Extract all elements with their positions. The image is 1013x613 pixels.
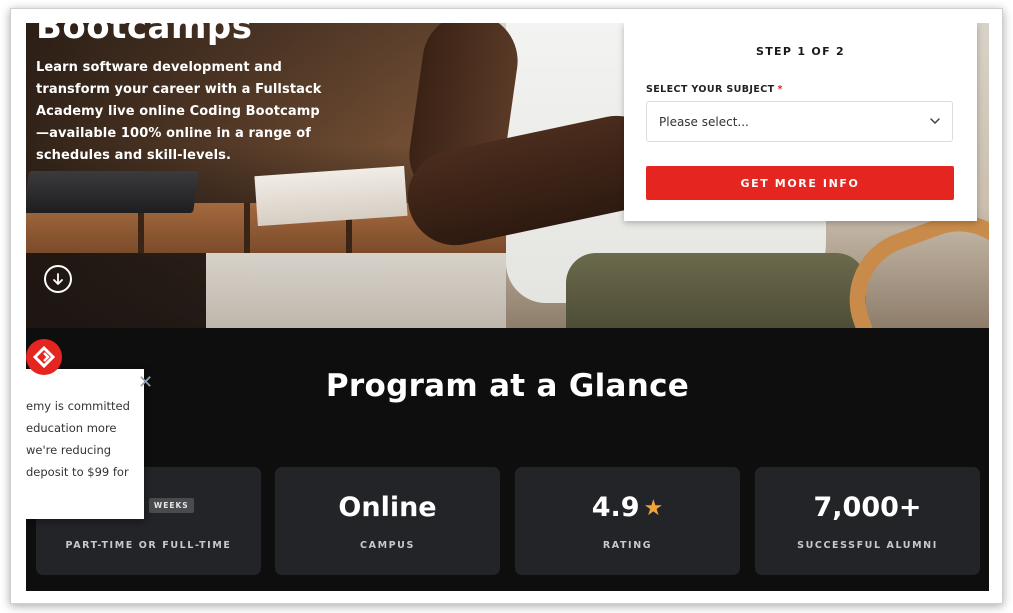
scroll-down-icon[interactable] <box>44 265 72 293</box>
arrow-down-icon <box>53 273 63 285</box>
stat-value-rating: 4.9 ★ <box>515 491 740 527</box>
hero-photo-laptop <box>26 171 199 213</box>
logo-icon <box>26 339 62 375</box>
lead-form-card: STEP 1 OF 2 SELECT YOUR SUBJECT * Please … <box>624 23 977 221</box>
stat-value-alumni: 7,000+ <box>813 492 922 523</box>
hero-photo-floor <box>206 253 506 328</box>
popup-line: education more <box>26 421 117 435</box>
stat-label-alumni: SUCCESSFUL ALUMNI <box>797 540 938 551</box>
stat-label-rating: RATING <box>602 540 653 551</box>
program-glance-title: Program at a Glance <box>325 368 690 404</box>
required-marker: * <box>777 84 783 95</box>
subject-select[interactable]: Please select... <box>646 101 953 142</box>
star-icon: ★ <box>643 496 664 521</box>
subject-field-label: SELECT YOUR SUBJECT * <box>646 84 783 95</box>
form-step-indicator: STEP 1 OF 2 <box>756 45 845 58</box>
weeks-badge: WEEKS <box>148 498 194 513</box>
hero-photo-book <box>254 165 408 227</box>
stat-label-campus: CAMPUS <box>360 540 415 551</box>
page-viewport: Bootcamps Learn software development and… <box>26 23 989 591</box>
stat-value-rating-number: 4.9 <box>591 492 640 523</box>
announcement-popup: emy is committed education more we're re… <box>26 369 144 519</box>
stat-card-campus: Online CAMPUS <box>275 467 500 575</box>
hero-title: Bootcamps <box>36 23 253 47</box>
hero-text-block: Bootcamps Learn software development and… <box>36 23 326 167</box>
hero-photo-pants <box>566 253 866 328</box>
chevron-down-icon <box>930 116 940 127</box>
popup-line: we're reducing <box>26 443 112 457</box>
hero-photo-table-gap <box>244 203 250 253</box>
screenshot-frame: Bootcamps Learn software development and… <box>10 8 1003 604</box>
stat-card-alumni: 7,000+ SUCCESSFUL ALUMNI <box>755 467 980 575</box>
subject-select-value: Please select... <box>659 114 749 129</box>
stat-label-duration: PART-TIME OR FULL-TIME <box>65 540 232 551</box>
hero-description: Learn software development and transform… <box>36 60 322 163</box>
close-icon[interactable]: ✕ <box>138 374 153 392</box>
stat-card-rating: 4.9 ★ RATING <box>515 467 740 575</box>
get-more-info-button[interactable]: GET MORE INFO <box>646 166 954 200</box>
popup-line: deposit to $99 for <box>26 465 129 479</box>
subject-label-text: SELECT YOUR SUBJECT <box>646 84 775 95</box>
stat-value-campus: Online <box>338 492 437 523</box>
popup-message: emy is committed education more we're re… <box>26 395 142 483</box>
popup-line: emy is committed <box>26 399 130 413</box>
